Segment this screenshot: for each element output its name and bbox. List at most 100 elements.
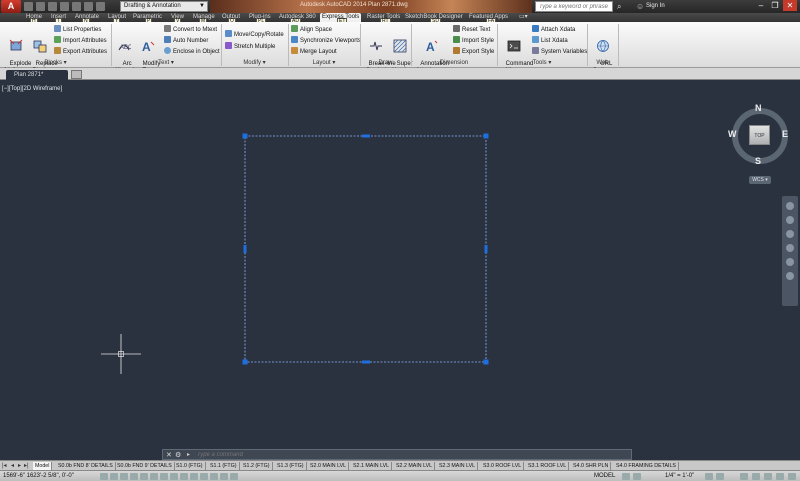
import-style-button[interactable]: Import Style: [453, 36, 494, 45]
ribbon-options-icon[interactable]: ▭▾: [519, 13, 528, 22]
midpoint-grip[interactable]: [362, 134, 370, 138]
layout-tab[interactable]: S2.0 MAIN LVL: [308, 462, 350, 470]
polar-tracking-toggle[interactable]: [140, 473, 148, 480]
layout-tab[interactable]: S3.0 ROOF LVL: [481, 462, 525, 470]
list-xdata-button[interactable]: List Xdata: [532, 36, 568, 45]
auto-scale-icon[interactable]: [716, 473, 724, 480]
save-as-icon[interactable]: [60, 2, 69, 11]
zoom-icon[interactable]: [786, 230, 794, 238]
dynamic-ucs-toggle[interactable]: [180, 473, 188, 480]
layout-tab[interactable]: S0.0b FND 8' DETAILS: [56, 462, 116, 470]
isolate-objects-icon[interactable]: [776, 473, 784, 480]
layout-tab-model[interactable]: Model: [33, 462, 53, 470]
corner-grip[interactable]: [483, 359, 489, 365]
selection-cycling-toggle[interactable]: [230, 473, 238, 480]
layout-tab[interactable]: S4.0 FRAMING DETAILS: [614, 462, 679, 470]
clean-screen-icon[interactable]: [788, 473, 796, 480]
midpoint-grip[interactable]: [362, 360, 370, 364]
attach-xdata-button[interactable]: Attach Xdata: [532, 25, 575, 34]
customize-icon[interactable]: ⚙: [175, 451, 181, 459]
command-input[interactable]: [197, 451, 617, 459]
infer-constraints-toggle[interactable]: [100, 473, 108, 480]
showmotion-icon[interactable]: [786, 258, 794, 266]
panel-title-text[interactable]: Text ▾: [111, 59, 221, 67]
search-input[interactable]: [535, 1, 613, 12]
wcs-menu[interactable]: WCS ▾: [749, 176, 771, 184]
document-tab-plan-2871[interactable]: Plan 2871*: [6, 70, 68, 80]
plot-icon[interactable]: [72, 2, 81, 11]
lock-icon[interactable]: [752, 473, 760, 480]
move-copy-rotate-button[interactable]: Move/Copy/Rotate: [225, 30, 284, 39]
transparency-toggle[interactable]: [210, 473, 218, 480]
annotation-visibility-icon[interactable]: [705, 473, 713, 480]
redo-icon[interactable]: [96, 2, 105, 11]
stretch-multiple-button[interactable]: Stretch Multiple: [225, 42, 275, 51]
workspace-switching-icon[interactable]: [740, 473, 748, 480]
navbar-options-icon[interactable]: [786, 272, 794, 280]
workspace-selector[interactable]: Drafting & Annotation ▼: [120, 1, 208, 12]
export-style-button[interactable]: Export Style: [453, 47, 494, 56]
hardware-acceleration-icon[interactable]: [764, 473, 772, 480]
midpoint-grip[interactable]: [243, 245, 247, 253]
compass-north[interactable]: N: [755, 103, 762, 113]
sign-in-link[interactable]: Sign In: [646, 3, 665, 9]
compass-east[interactable]: E: [782, 129, 788, 139]
viewcube-top-face[interactable]: TOP: [749, 125, 770, 145]
convert-to-mtext-button[interactable]: Convert to Mtext: [164, 25, 217, 34]
layout-tab[interactable]: S4.0 SHR PLN: [571, 462, 612, 470]
export-attributes-button[interactable]: Export Attributes: [54, 47, 107, 56]
auto-number-button[interactable]: Auto Number: [164, 36, 208, 45]
coordinates-readout[interactable]: 1569'-6" 1623'-2 5/8", 0'-0": [3, 473, 74, 479]
prev-layout-icon[interactable]: ◂: [11, 462, 14, 469]
corner-grip[interactable]: [483, 133, 489, 139]
close-icon[interactable]: ✕: [166, 451, 172, 459]
quick-view-drawings-icon[interactable]: [633, 473, 641, 480]
object-snap-toggle[interactable]: [150, 473, 158, 480]
enclose-in-object-button[interactable]: Enclose in Object: [164, 47, 220, 56]
layout-tab[interactable]: S2.1 MAIN LVL: [351, 462, 393, 470]
maximize-button[interactable]: ❐: [768, 0, 782, 11]
corner-grip[interactable]: [242, 133, 248, 139]
quick-view-layouts-icon[interactable]: [622, 473, 630, 480]
panel-title-tools[interactable]: Tools ▾: [497, 59, 587, 67]
pan-icon[interactable]: [786, 216, 794, 224]
save-icon[interactable]: [48, 2, 57, 11]
application-menu-button[interactable]: A: [1, 0, 21, 13]
steering-wheel-icon[interactable]: [786, 202, 794, 210]
search-icon[interactable]: ⌕: [617, 2, 621, 12]
new-tab-button[interactable]: [71, 70, 82, 79]
minimize-button[interactable]: –: [754, 0, 768, 11]
orbit-icon[interactable]: [786, 244, 794, 252]
3d-object-snap-toggle[interactable]: [160, 473, 168, 480]
object-snap-tracking-toggle[interactable]: [170, 473, 178, 480]
midpoint-grip[interactable]: [484, 245, 488, 253]
selected-rectangle[interactable]: [244, 135, 487, 363]
import-attributes-button[interactable]: Import Attributes: [54, 36, 107, 45]
panel-title-modify[interactable]: Modify ▾: [221, 59, 288, 67]
lineweight-toggle[interactable]: [200, 473, 208, 480]
quick-properties-toggle[interactable]: [220, 473, 228, 480]
undo-icon[interactable]: [84, 2, 93, 11]
layout-tab[interactable]: S1.0 (FTG): [174, 462, 206, 470]
layout-tab[interactable]: S1.1 (FTG): [208, 462, 240, 470]
first-layout-icon[interactable]: |◂: [2, 462, 7, 469]
layout-tab[interactable]: S2.2 MAIN LVL: [394, 462, 436, 470]
reset-text-button[interactable]: Reset Text: [453, 25, 490, 34]
new-icon[interactable]: [24, 2, 33, 11]
align-space-button[interactable]: Align Space: [291, 25, 332, 34]
layout-tab[interactable]: S2.3 MAIN LVL: [437, 462, 479, 470]
layout-tab[interactable]: S0.0b FND 9' DETAILS: [115, 462, 175, 470]
layout-tab[interactable]: S1.3 (FTG): [275, 462, 307, 470]
snap-mode-toggle[interactable]: [110, 473, 118, 480]
panel-title-blocks[interactable]: Blocks ▾: [0, 59, 111, 67]
model-space-button[interactable]: MODEL: [594, 473, 615, 479]
system-variables-button[interactable]: System Variables: [532, 47, 587, 56]
synchronize-viewports-button[interactable]: Synchronize Viewports: [291, 36, 361, 45]
layout-tab[interactable]: S3.1 ROOF LVL: [526, 462, 570, 470]
compass-west[interactable]: W: [728, 129, 737, 139]
corner-grip[interactable]: [242, 359, 248, 365]
last-layout-icon[interactable]: ▸|: [24, 462, 29, 469]
ortho-mode-toggle[interactable]: [130, 473, 138, 480]
annotation-scale[interactable]: 1/4" = 1'-0": [665, 473, 694, 479]
list-properties-button[interactable]: List Properties: [54, 25, 101, 34]
